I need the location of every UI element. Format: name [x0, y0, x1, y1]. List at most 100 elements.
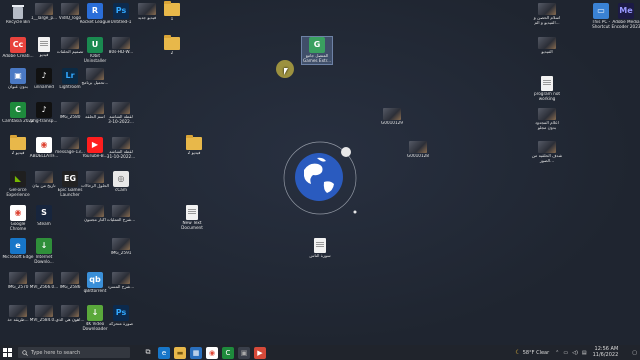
taskbar-camtasia-icon[interactable]: C [222, 346, 234, 359]
desktop-icon[interactable]: New Text Document [177, 205, 207, 231]
desktop-icon[interactable]: G المتصل جامع Games Extr... [301, 36, 333, 65]
desktop-icon[interactable]: شرح المسرد... [106, 272, 136, 290]
image-thumbnail-icon [538, 37, 556, 49]
desktop-icon-label: IObit Uninstaller [83, 54, 107, 63]
show-hidden-icons-icon[interactable]: ⌃ [555, 350, 559, 356]
desktop-icon[interactable]: ◎ cCam [106, 171, 136, 193]
desktop-icon-label: G0010129 [381, 121, 403, 125]
clock[interactable]: 12:56 AM 11/6/2022 [592, 346, 619, 358]
notifications-icon[interactable]: ▢ [632, 350, 637, 356]
desktop-icon-label: شدف الحلقية من الصور... [531, 154, 563, 163]
network-icon[interactable]: ▭ [563, 350, 568, 356]
desktop-icon[interactable]: 80s-HD-W... [106, 37, 136, 55]
folder-icon [10, 135, 26, 150]
app-icon: ◉ [10, 205, 26, 221]
weather-text[interactable]: 58°F Clear [523, 350, 549, 356]
clock-date: 11/6/2022 [592, 351, 619, 358]
volume-icon[interactable]: ◁) [572, 350, 578, 356]
desktop-icon-label: سورة الناس [309, 254, 331, 258]
desktop-icon-label: اسلام الحصن و الفيديو و الم... [533, 16, 561, 25]
desktop-icon-label: لقطة الشاشة 2022-10-3... [108, 115, 134, 124]
taskbar-apps: ⧉ e ▬ ▦ ◉ C ▣ ▶ [140, 346, 268, 359]
desktop-icon-label: Steam [37, 222, 51, 226]
desktop-icon[interactable]: الفيديو [532, 37, 562, 55]
taskbar-media-icon[interactable]: ▣ [238, 346, 250, 359]
taskbar-edge-icon[interactable]: e [158, 346, 170, 359]
desktop-icon[interactable]: 1 [157, 1, 187, 22]
image-thumbnail-icon [86, 102, 104, 114]
language-icon[interactable]: ▤ [582, 350, 587, 356]
image-thumbnail-icon [538, 3, 556, 15]
desktop-icon-label: program not working [533, 92, 561, 101]
image-thumbnail-icon [86, 68, 104, 80]
app-icon: ↓ [36, 238, 52, 254]
image-thumbnail-icon [86, 205, 104, 217]
desktop-icon[interactable]: أعلام المجدود بدون مجلو [532, 108, 562, 131]
taskbar-task-view-icon[interactable]: ⧉ [142, 346, 154, 359]
image-thumbnail-icon [35, 272, 53, 284]
document-icon [38, 37, 50, 52]
desktop-icon-label: شرح المسرد... [107, 285, 135, 289]
desktop-icon[interactable]: لقطة الشاشة 2022-10-3... [106, 102, 136, 125]
app-icon: Ps [113, 3, 129, 19]
folder-icon [164, 35, 180, 50]
desktop-icon-label: cCam [115, 188, 127, 192]
app-icon: EG [62, 171, 78, 187]
app-icon: ◣ [10, 171, 26, 187]
app-icon: C [10, 102, 26, 118]
image-thumbnail-icon [9, 305, 27, 317]
desktop-icon[interactable]: Me Adobe Media Encoder 2023 [611, 3, 640, 30]
image-thumbnail-icon [61, 37, 79, 49]
search-placeholder: Type here to search [31, 349, 81, 356]
app-icon: ▶ [87, 137, 103, 153]
image-thumbnail-icon [538, 141, 556, 153]
desktop-icon[interactable]: ↓ Internet Downlo... [29, 238, 59, 265]
desktop-icon-label: شرح العمليات... [106, 218, 136, 222]
desktop-icon-label: 80s-HD-W... [108, 50, 134, 54]
desktop-icon[interactable]: IMG_2591 [106, 238, 136, 256]
app-icon: G [309, 37, 325, 53]
weather-icon: ☾ [515, 349, 521, 356]
image-thumbnail-icon [112, 272, 130, 284]
image-thumbnail-icon [35, 3, 53, 15]
app-icon: ▭ [593, 3, 609, 19]
system-tray: ☾ 58°F Clear ⌃ ▭ ◁) ▤ 12:56 AM 11/6/2022… [515, 345, 640, 360]
document-icon [186, 205, 198, 220]
desktop-icon-label: New Text Document [181, 221, 203, 230]
image-thumbnail-icon [112, 37, 130, 49]
desktop-icon[interactable]: فيديو 2 [179, 135, 209, 156]
image-thumbnail-icon [112, 238, 130, 250]
desktop-icon[interactable]: اسلام الحصن و الفيديو و الم... [532, 3, 562, 26]
desktop-icon-label: Internet Downlo... [34, 255, 54, 264]
image-thumbnail-icon [61, 3, 79, 15]
app-icon: U [87, 37, 103, 53]
globe-loading-widget [282, 140, 358, 216]
taskbar-store-icon[interactable]: ▦ [190, 346, 202, 359]
app-icon: Lr [62, 68, 78, 84]
app-icon: qb [87, 272, 103, 288]
desktop-icon-label: صورة متحركة [108, 322, 134, 326]
taskbar-chrome-icon[interactable]: ◉ [206, 346, 218, 359]
taskbar-video-icon[interactable]: ▶ [254, 346, 266, 359]
desktop-icon[interactable]: 2 [157, 35, 187, 56]
desktop-icon[interactable]: S Steam [29, 205, 59, 227]
desktop-icon[interactable]: program not working [532, 76, 562, 102]
start-button[interactable] [0, 345, 14, 360]
taskbar-search-box[interactable]: Type here to search [18, 347, 130, 358]
image-thumbnail-icon [538, 108, 556, 120]
desktop-icon[interactable]: G0010128 [403, 141, 433, 159]
search-icon [22, 349, 28, 356]
recycle-bin-icon [10, 3, 26, 19]
desktop-icon[interactable]: تحميل برنامج... [80, 68, 110, 86]
desktop-icon[interactable]: شدف الحلقية من الصور... [532, 141, 562, 164]
desktop-icon-label: 1 [170, 17, 174, 21]
image-thumbnail-icon [383, 108, 401, 120]
desktop-icon[interactable]: لقطة الشاشة 2022-10-31... [106, 137, 136, 160]
desktop-icon[interactable]: سورة الناس [305, 238, 335, 259]
desktop-icon[interactable]: G0010129 [377, 108, 407, 126]
image-thumbnail-icon [35, 305, 53, 317]
desktop-icon[interactable]: Ps صورة متحركة [106, 305, 136, 327]
image-thumbnail-icon [61, 102, 79, 114]
taskbar-file-explorer-icon[interactable]: ▬ [174, 346, 186, 359]
desktop-icon[interactable]: شرح العمليات... [106, 205, 136, 223]
